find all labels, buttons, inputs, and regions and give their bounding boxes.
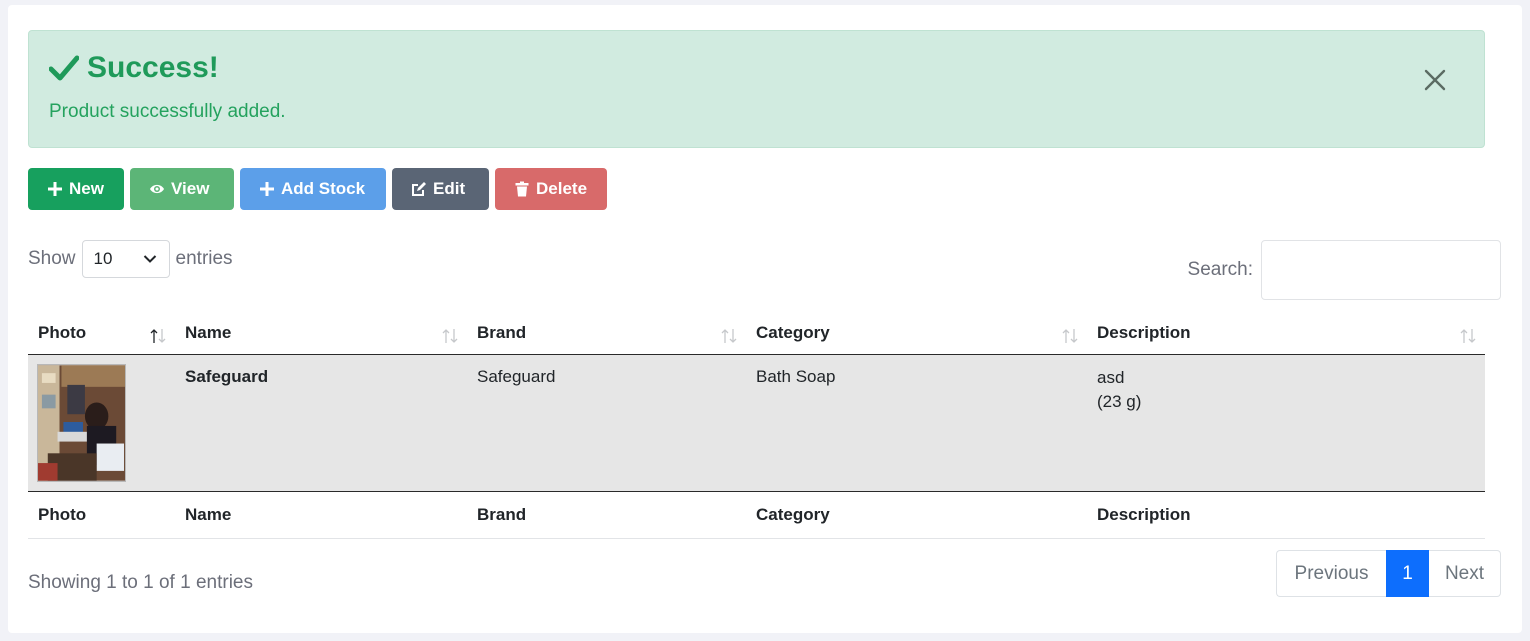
column-header-label: Photo [38,322,87,342]
add-stock-button[interactable]: Add Stock [240,168,386,210]
column-header-description[interactable]: Description [1087,312,1485,355]
search-label: Search: [1187,259,1253,280]
description-text: asd [1097,367,1125,387]
footer-photo: Photo [28,490,175,539]
alert-message: Product successfully added. [49,101,286,122]
table-header-row: Photo Name Brand Category Description [28,312,1485,355]
entries-select-value: 10 [93,249,113,268]
product-category: Bath Soap [756,366,836,386]
product-description: asd (23 g) [1087,354,1485,491]
edit-icon [412,182,426,196]
action-toolbar: New View Add Stock Edit Delete [28,168,607,210]
entries-label: entries [175,248,233,269]
success-alert: Success! Product successfully added. [28,30,1485,148]
column-header-photo[interactable]: Photo [28,312,175,355]
products-table: Photo Name Brand Category Description Sa… [28,312,1485,539]
search-control: Search: [1188,240,1501,300]
alert-heading: Success! [49,51,219,85]
table-row[interactable]: Safeguard Safeguard Bath Soap asd (23 g) [28,354,1485,491]
search-input[interactable] [1261,240,1501,300]
eye-icon [150,184,164,194]
product-name: Safeguard [185,366,269,386]
footer-name: Name [175,490,467,539]
description-size: (23 g) [1097,391,1142,411]
page-1-button[interactable]: 1 [1386,550,1429,597]
pagination: Previous 1 Next [1276,550,1501,597]
check-icon [49,55,79,81]
next-page-button[interactable]: Next [1429,550,1501,597]
entries-length-control: Show 10 entries [28,240,233,278]
delete-button[interactable]: Delete [495,168,607,210]
column-header-category[interactable]: Category [746,312,1087,355]
sort-asc-icon [150,329,166,343]
product-photo [37,363,126,482]
add-stock-button-label: Add Stock [281,179,366,198]
alert-title-text: Success! [87,51,219,84]
view-button[interactable]: View [130,168,234,210]
column-header-brand[interactable]: Brand [467,312,746,355]
plus-icon [260,182,274,196]
table-info: Showing 1 to 1 of 1 entries [28,572,253,593]
footer-description: Description [1087,490,1485,539]
close-icon[interactable] [1424,69,1446,91]
new-button-label: New [69,179,104,198]
edit-button[interactable]: Edit [392,168,489,210]
column-header-label: Brand [477,322,527,342]
edit-button-label: Edit [433,179,466,198]
new-button[interactable]: New [28,168,124,210]
view-button-label: View [171,179,210,198]
column-header-label: Description [1097,322,1191,342]
plus-icon [48,182,62,196]
entries-select[interactable]: 10 [81,240,170,278]
column-header-name[interactable]: Name [175,312,467,355]
product-brand: Safeguard [477,366,556,386]
table-footer-row: Photo Name Brand Category Description [28,490,1485,539]
trash-icon [515,181,529,197]
delete-button-label: Delete [536,179,588,198]
column-header-label: Category [756,322,830,342]
sort-icon [721,329,737,343]
footer-category: Category [746,490,1087,539]
footer-brand: Brand [467,490,746,539]
sort-icon [442,329,458,343]
sort-icon [1460,329,1476,343]
photo-cell [28,354,175,491]
chevron-down-icon [143,255,156,263]
show-label: Show [28,248,76,269]
sort-icon [1062,329,1078,343]
previous-page-button[interactable]: Previous [1276,550,1386,597]
column-header-label: Name [185,322,232,342]
